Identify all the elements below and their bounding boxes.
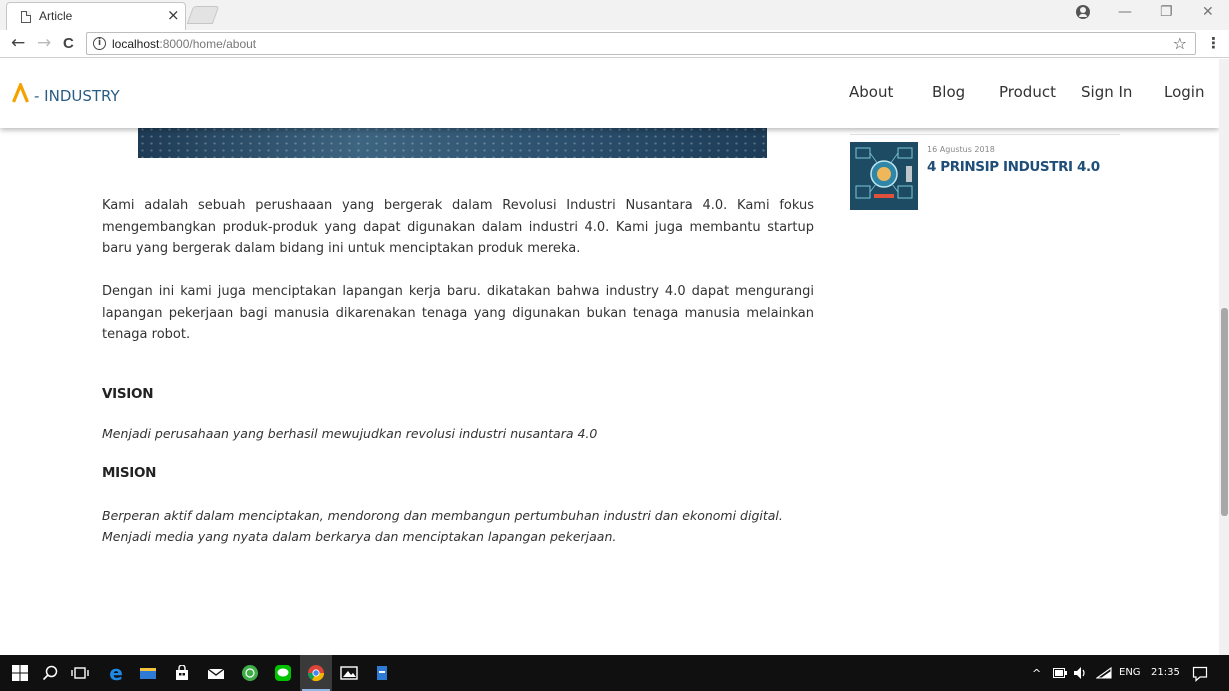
document-icon bbox=[21, 11, 31, 23]
bookmark-star-icon[interactable]: ☆ bbox=[1173, 34, 1187, 53]
logo-text: - INDUSTRY bbox=[34, 87, 120, 105]
clock[interactable]: 21:35 bbox=[1151, 667, 1180, 678]
industry-thumbnail-graphic bbox=[850, 142, 918, 210]
taskbar-file-explorer[interactable] bbox=[132, 655, 164, 691]
mision-line: Menjadi media yang nyata dalam berkarya … bbox=[102, 529, 617, 544]
post-title-link[interactable]: 4 PRINSIP INDUSTRI 4.0 bbox=[927, 159, 1100, 175]
task-view-icon bbox=[71, 667, 89, 679]
chat-app-icon bbox=[275, 665, 291, 681]
browser-menu-icon[interactable]: ⋮ bbox=[1206, 34, 1221, 52]
close-window-button[interactable]: ✕ bbox=[1202, 4, 1214, 20]
nav-product[interactable]: Product bbox=[999, 83, 1056, 101]
wifi-icon[interactable] bbox=[1096, 667, 1112, 679]
nav-about[interactable]: About bbox=[849, 83, 893, 101]
show-hidden-icons-chevron[interactable]: ^ bbox=[1032, 667, 1041, 680]
back-button[interactable]: ← bbox=[11, 33, 25, 53]
nav-blog[interactable]: Blog bbox=[932, 83, 965, 101]
taskbar-line[interactable] bbox=[267, 655, 299, 691]
battery-icon[interactable] bbox=[1053, 668, 1067, 678]
nav-login[interactable]: Login bbox=[1164, 83, 1204, 101]
url-text: localhost:8000/home/about bbox=[112, 37, 256, 51]
article-paragraph: Kami adalah sebuah perushaaan yang berge… bbox=[102, 198, 814, 256]
windows-taskbar: e ^ ENG 21:35 bbox=[0, 655, 1229, 691]
vision-text: Menjadi perusahaan yang berhasil mewujud… bbox=[102, 425, 598, 441]
taskbar-app-green[interactable] bbox=[234, 655, 266, 691]
edge-browser-icon: e bbox=[109, 661, 123, 685]
taskbar-app-blue[interactable] bbox=[366, 655, 398, 691]
account-icon[interactable] bbox=[1076, 5, 1090, 19]
mision-heading: MISION bbox=[102, 464, 157, 481]
url-host: localhost bbox=[112, 37, 160, 51]
taskbar-mail[interactable] bbox=[200, 655, 232, 691]
site-header: - INDUSTRY About Blog Product Sign In Lo… bbox=[0, 59, 1219, 128]
language-indicator[interactable]: ENG bbox=[1119, 667, 1141, 678]
article-paragraph: Dengan ini kami juga menciptakan lapanga… bbox=[102, 284, 814, 342]
info-icon[interactable]: i bbox=[93, 37, 106, 50]
address-bar[interactable]: i localhost:8000/home/about ☆ bbox=[86, 32, 1196, 55]
browser-toolbar: ← → C i localhost:8000/home/about ☆ ⋮ bbox=[0, 30, 1229, 58]
mision-text: Berperan aktif dalam menciptakan, mendor… bbox=[102, 505, 814, 548]
browser-tab[interactable]: Article × bbox=[6, 2, 186, 30]
globe-app-icon bbox=[242, 665, 258, 681]
chrome-icon bbox=[307, 665, 325, 682]
reload-button[interactable]: C bbox=[63, 35, 74, 52]
browser-tab-strip: Article × — ❐ ✕ bbox=[0, 0, 1229, 30]
page-scrollbar[interactable] bbox=[1219, 59, 1229, 655]
document-app-icon bbox=[377, 666, 387, 680]
post-thumbnail[interactable] bbox=[850, 142, 918, 210]
sidebar-divider bbox=[850, 134, 1120, 135]
mail-icon bbox=[207, 668, 225, 679]
article-body: Kami adalah sebuah perushaaan yang berge… bbox=[102, 195, 814, 548]
logo-chevron-icon bbox=[12, 83, 29, 103]
search-button[interactable] bbox=[34, 655, 66, 691]
start-button[interactable] bbox=[4, 655, 36, 691]
nav-sign-in[interactable]: Sign In bbox=[1081, 83, 1132, 101]
new-tab-button[interactable] bbox=[186, 6, 220, 24]
photos-icon bbox=[340, 666, 358, 680]
volume-icon[interactable] bbox=[1073, 666, 1089, 680]
folder-icon bbox=[140, 668, 156, 679]
taskbar-chrome[interactable] bbox=[300, 655, 332, 691]
forward-button[interactable]: → bbox=[37, 33, 51, 53]
hero-image bbox=[138, 126, 767, 158]
scrollbar-thumb[interactable] bbox=[1221, 308, 1228, 516]
minimize-button[interactable]: — bbox=[1118, 4, 1132, 20]
url-path: :8000/home/about bbox=[159, 37, 257, 51]
taskbar-edge[interactable]: e bbox=[100, 655, 132, 691]
search-icon bbox=[42, 665, 58, 681]
store-bag-icon bbox=[176, 665, 188, 680]
restore-button[interactable]: ❐ bbox=[1160, 4, 1173, 20]
mision-line: Berperan aktif dalam menciptakan, mendor… bbox=[102, 507, 783, 523]
windows-logo-icon bbox=[12, 665, 28, 681]
post-date: 16 Agustus 2018 bbox=[927, 145, 995, 154]
task-view-button[interactable] bbox=[64, 655, 96, 691]
vision-heading: VISION bbox=[102, 385, 154, 402]
tab-title: Article bbox=[39, 9, 73, 23]
page-viewport: - INDUSTRY About Blog Product Sign In Lo… bbox=[0, 59, 1219, 655]
tab-close-icon[interactable]: × bbox=[167, 6, 180, 24]
taskbar-store[interactable] bbox=[166, 655, 198, 691]
taskbar-photos[interactable] bbox=[333, 655, 365, 691]
action-center-icon[interactable] bbox=[1192, 666, 1208, 682]
